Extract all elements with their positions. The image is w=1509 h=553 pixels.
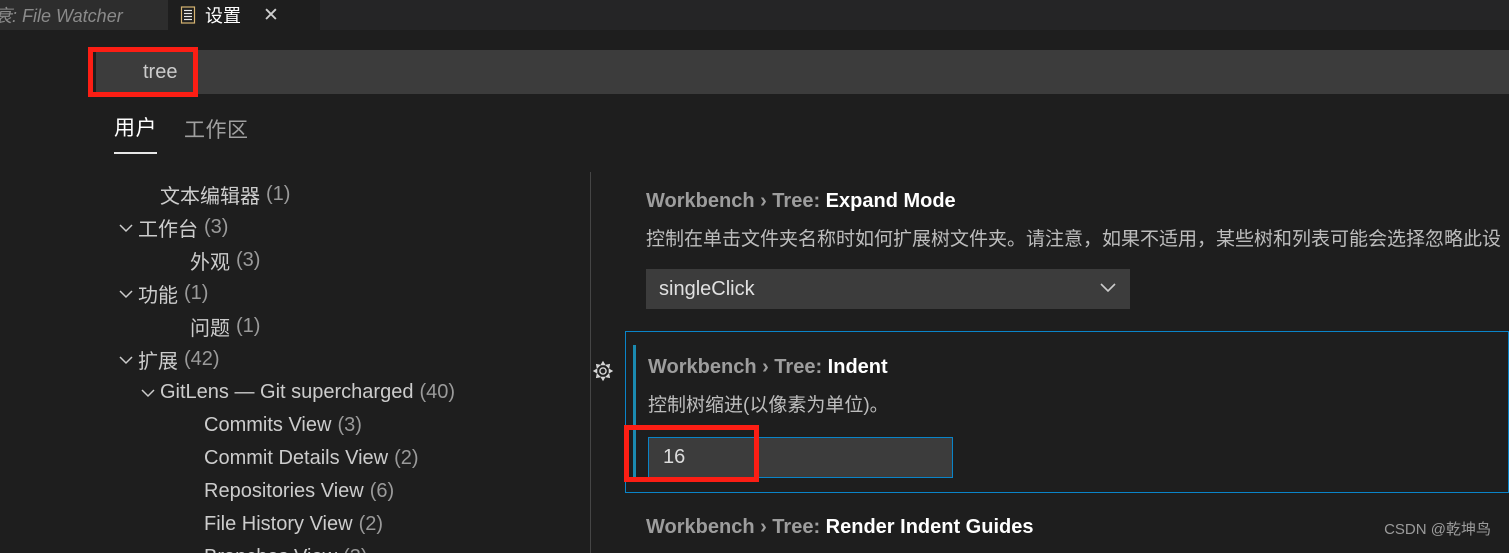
tree-item-label: 功能 [138,285,178,307]
chevron-down-icon[interactable] [114,355,138,365]
chevron-down-icon[interactable] [114,223,138,233]
chevron-down-icon[interactable] [114,289,138,299]
expand-mode-dropdown[interactable]: singleClick [646,269,1130,309]
editor-tab-bar: 衰: File Watcher 设置 ✕ [0,0,1509,30]
search-input[interactable] [96,50,1509,94]
tree-item-count: (1) [266,183,291,205]
setting-title-leaf: Render Indent Guides [825,516,1034,538]
chevron-down-icon [1099,280,1117,298]
setting-workbench-tree-expand-mode[interactable]: Workbench › Tree: Expand Mode 控制在单击文件夹名称… [591,190,1509,309]
tab-file-watcher[interactable]: 衰: File Watcher [0,0,168,30]
setting-title: Workbench › Tree: Expand Mode [646,190,1509,213]
settings-editor-icon [180,6,197,24]
tree-item-count: (1) [236,315,261,337]
tree-item-count: (1) [184,282,209,304]
tree-item[interactable]: 外观 (3) [114,244,584,277]
setting-title-prefix: Workbench › Tree: [646,516,826,538]
tree-item[interactable]: Commit Details View (2) [114,442,584,475]
tree-item-count: (3) [204,216,229,238]
tree-item[interactable]: 问题 (1) [114,310,584,343]
setting-description: 控制树缩进(以像素为单位)。 [648,395,889,416]
tree-item[interactable]: GitLens — Git supercharged (40) [114,376,584,409]
setting-title-prefix: Workbench › Tree: [648,356,828,378]
setting-workbench-tree-render-indent-guides[interactable]: Workbench › Tree: Render Indent Guides [646,516,1033,539]
tree-item-count: (3) [343,546,367,553]
tree-item-label: Commit Details View [204,447,389,469]
tab-bar-filler [320,0,1509,30]
tree-item[interactable]: 文本编辑器 (1) [114,178,584,211]
settings-search-bar[interactable] [96,50,1509,94]
gear-icon[interactable] [592,360,614,382]
setting-description: 控制在单击文件夹名称时如何扩展树文件夹。请注意，如果不适用，某些树和列表可能会选… [646,229,1502,250]
tree-item[interactable]: 工作台 (3) [114,211,584,244]
tree-item-count: (40) [419,381,456,403]
tree-item[interactable]: 扩展 (42) [114,343,584,376]
settings-scope-tabs: 用户 工作区 [114,112,249,154]
tree-item-label: 问题 [190,318,230,340]
tab-settings-label: 设置 [205,6,241,26]
tree-item-label: 文本编辑器 [160,186,260,208]
tab-user[interactable]: 用户 [114,112,157,154]
settings-table-of-contents[interactable]: 文本编辑器 (1) 工作台 (3) 外观 (3) 功能 (1) 问题 (1) 扩展 (42) GitLe… [114,178,584,553]
tab-settings[interactable]: 设置 ✕ [168,0,320,30]
tree-item-label: GitLens — Git supercharged [160,381,414,403]
tree-item-label: 工作台 [138,219,198,241]
tree-item-label: Branches View [204,546,337,553]
chevron-down-icon[interactable] [136,388,160,398]
tree-item[interactable]: 功能 (1) [114,277,584,310]
setting-title: Workbench › Tree: Render Indent Guides [646,516,1033,539]
watermark: CSDN @乾坤鸟 [1384,521,1491,538]
tab-file-watcher-label: 衰: File Watcher [0,6,123,26]
setting-workbench-tree-indent[interactable]: Workbench › Tree: Indent 控制树缩进(以像素为单位)。 [592,331,1509,493]
modified-indicator [633,345,636,481]
tree-item[interactable]: Branches View (3) [114,541,584,553]
tree-item-label: Commits View [204,414,332,436]
setting-title-prefix: Workbench › Tree: [646,190,826,212]
tree-item-count: (3) [337,414,362,436]
tree-item-count: (6) [369,480,395,502]
tree-item[interactable]: File History View (2) [114,508,584,541]
close-icon[interactable]: ✕ [263,6,279,25]
tree-item-count: (2) [394,447,419,469]
indent-number-field[interactable] [648,437,953,478]
tree-item-label: File History View [204,513,353,535]
settings-list: Workbench › Tree: Expand Mode 控制在单击文件夹名称… [591,172,1509,553]
tree-item-count: (3) [236,249,261,271]
tree-item-label: Repositories View [204,480,364,502]
tree-item-label: 扩展 [138,351,178,373]
tree-item-label: 外观 [190,252,230,274]
setting-title-leaf: Expand Mode [825,190,956,212]
indent-input[interactable] [663,446,952,469]
tree-item[interactable]: Repositories View (6) [114,475,584,508]
tab-workspace[interactable]: 工作区 [184,114,249,154]
settings-editor-window: 衰: File Watcher 设置 ✕ 用户 工作区 文本 [0,0,1509,553]
tree-item-count: (42) [184,348,220,370]
tree-item[interactable]: Commits View (3) [114,409,584,442]
setting-title-leaf: Indent [827,356,888,378]
tree-item-count: (2) [358,513,384,535]
setting-title: Workbench › Tree: Indent [648,356,1508,379]
expand-mode-value: singleClick [659,277,755,300]
